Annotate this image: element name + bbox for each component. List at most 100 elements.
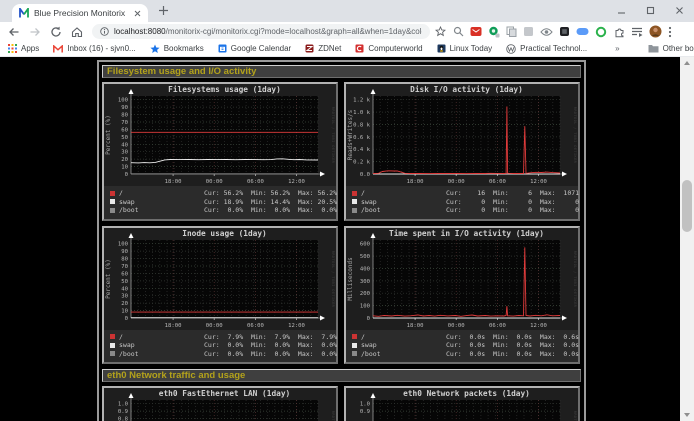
svg-text:20: 20: [121, 157, 128, 163]
graph-filesystems-usage[interactable]: 010203040506070809010018:0000:0006:0012:…: [104, 84, 336, 186]
legend-row: /bootCur: 0.0% Min: 0.0% Max: 0.0%: [110, 350, 336, 359]
bookmark-computerworld[interactable]: Computerworld: [355, 44, 422, 53]
legend-swatch: [110, 191, 115, 196]
forward-icon[interactable]: [29, 26, 41, 38]
back-icon[interactable]: [8, 26, 20, 38]
linux-today-icon: [437, 44, 446, 53]
graph-panel-filesystems-usage: 010203040506070809010018:0000:0006:0012:…: [102, 82, 338, 221]
legend-row: swapCur: 0.0s Min: 0.0s Max: 0.0s: [352, 341, 578, 350]
other-bookmarks-folder[interactable]: Other bookmarks: [648, 44, 694, 53]
graph-panel-eth0-packets: 1.00.918:0000:0006:0012:00eth0 Network p…: [344, 386, 580, 421]
scrollbar-up-arrow[interactable]: [680, 57, 694, 69]
gmail-icon: [53, 45, 63, 53]
graph-disk-io-activity[interactable]: 0.00.2 k0.4 k0.6 k0.8 k1.0 k1.2 k18:0000…: [346, 84, 578, 186]
legend-values: Cur: 16 Min: 6 Max: 1071: [446, 189, 579, 197]
svg-text:70: 70: [121, 264, 128, 270]
svg-text:18:00: 18:00: [165, 179, 182, 185]
svg-text:RRDTOOL / TOBI OETIKER: RRDTOOL / TOBI OETIKER: [573, 411, 577, 421]
bookmark-practical-technology[interactable]: Practical Technol...: [506, 44, 587, 54]
extensions-puzzle-icon[interactable]: [613, 26, 625, 38]
dark-square-extension-icon[interactable]: [559, 26, 570, 37]
legend-row: /Cur: 56.2% Min: 56.2% Max: 56.2%: [110, 189, 336, 198]
legend-series-name: swap: [119, 341, 135, 349]
scrollbar-thumb[interactable]: [682, 180, 692, 232]
legend-values: Cur: 18.9% Min: 14.4% Max: 20.5%: [204, 198, 337, 206]
svg-text:1.0: 1.0: [360, 402, 370, 408]
window-maximize-button[interactable]: [646, 6, 655, 15]
svg-text:400: 400: [360, 266, 370, 272]
bookmark-bookmarks[interactable]: Bookmarks: [150, 44, 204, 54]
tab-title: Blue Precision Monitorix: [34, 8, 129, 18]
legend-row: /Cur: 0.0s Min: 0.0s Max: 0.6s: [352, 333, 578, 342]
page-info-icon[interactable]: [100, 27, 109, 36]
profile-avatar[interactable]: [649, 25, 662, 38]
vertical-scrollbar[interactable]: [680, 57, 694, 421]
svg-text:00:00: 00:00: [206, 323, 223, 329]
svg-text:200: 200: [360, 291, 370, 297]
eye-extension-icon[interactable]: [540, 27, 553, 37]
svg-text:10: 10: [121, 308, 128, 314]
svg-text:100: 100: [118, 241, 128, 247]
window-minimize-button[interactable]: [617, 6, 626, 15]
svg-text:RRDTOOL / TOBI OETIKER: RRDTOOL / TOBI OETIKER: [573, 107, 577, 164]
window-close-button[interactable]: [675, 6, 684, 15]
new-tab-button[interactable]: [158, 5, 169, 16]
svg-text:1.0: 1.0: [118, 402, 128, 408]
home-icon[interactable]: [71, 26, 83, 38]
bookmarks-overflow-chevron[interactable]: »: [615, 44, 619, 53]
legend-row: /Cur: 7.9% Min: 7.9% Max: 7.9%: [110, 333, 336, 342]
svg-text:06:00: 06:00: [247, 179, 264, 185]
svg-text:80: 80: [121, 113, 128, 119]
blue-pill-extension-icon[interactable]: [576, 27, 589, 36]
legend-values: Cur: 0.0s Min: 0.0s Max: 0.0s: [446, 350, 579, 358]
svg-text:12:00: 12:00: [530, 179, 547, 185]
graph-eth0-fastethernet-lan[interactable]: 1.00.90.818:0000:0006:0012:00eth0 FastEt…: [104, 388, 336, 421]
bookmarks-bar: Apps Inbox (16) - sjvn0... Bookmarks Goo…: [0, 41, 694, 57]
legend-series-name: /boot: [361, 350, 381, 358]
mail-extension-icon[interactable]: [470, 26, 482, 37]
search-extension-icon[interactable]: [453, 26, 464, 37]
svg-text:eth0 Network packets (1day): eth0 Network packets (1day): [403, 389, 530, 398]
tab-blue-precision-monitorix[interactable]: Blue Precision Monitorix: [12, 4, 148, 22]
charts-row-2: 010203040506070809010018:0000:0006:0012:…: [102, 226, 581, 365]
wordpress-icon: [506, 44, 516, 54]
graph-time-spent-io[interactable]: 010020030040050060018:0000:0006:0012:00T…: [346, 228, 578, 330]
svg-text:80: 80: [121, 256, 128, 262]
green-ring-extension-icon[interactable]: [595, 26, 607, 38]
legend-swatch: [110, 199, 115, 204]
svg-text:06:00: 06:00: [489, 323, 506, 329]
graph-inode-usage[interactable]: 010203040506070809010018:0000:0006:0012:…: [104, 228, 336, 330]
legend-values: Cur: 0.0s Min: 0.0s Max: 0.6s: [446, 333, 579, 341]
scrollbar-down-arrow[interactable]: [680, 409, 694, 421]
graph-panel-eth0-lan: 1.00.90.818:0000:0006:0012:00eth0 FastEt…: [102, 386, 338, 421]
copy-pages-extension-icon[interactable]: [506, 26, 517, 37]
bookmark-zdnet[interactable]: ZDNet: [305, 44, 341, 53]
gray-box-extension-icon[interactable]: [523, 26, 534, 37]
bookmark-star-icon[interactable]: [435, 26, 446, 37]
kebab-menu-icon[interactable]: [668, 26, 672, 38]
url-text[interactable]: localhost:8080/monitorix-cgi/monitorix.c…: [114, 27, 422, 36]
media-queue-icon[interactable]: [631, 27, 643, 37]
bookmark-linux-today[interactable]: Linux Today: [437, 44, 493, 53]
legend-values: Cur: 0 Min: 0 Max: 0: [446, 206, 579, 214]
legend-values: Cur: 56.2% Min: 56.2% Max: 56.2%: [204, 189, 337, 197]
svg-text:1.2 k: 1.2 k: [353, 98, 370, 104]
bookmark-gmail-inbox[interactable]: Inbox (16) - sjvn0...: [53, 44, 135, 53]
green-orb-extension-icon[interactable]: [488, 26, 500, 38]
tab-close-icon[interactable]: [134, 10, 141, 17]
svg-text:Time spent in I/O activity (1: Time spent in I/O activity (1day): [389, 229, 544, 238]
bookmark-apps[interactable]: Apps: [8, 44, 39, 53]
legend-series-name: /boot: [119, 350, 139, 358]
svg-text:0.0: 0.0: [360, 172, 370, 178]
svg-text:1.0 k: 1.0 k: [353, 110, 370, 116]
svg-text:Reads+Writes/s: Reads+Writes/s: [347, 109, 354, 160]
address-bar[interactable]: localhost:8080/monitorix-cgi/monitorix.c…: [92, 24, 430, 39]
bookmark-google-calendar[interactable]: Google Calendar: [218, 44, 291, 53]
url-host: localhost:8080: [114, 27, 166, 36]
svg-text:12:00: 12:00: [530, 323, 547, 329]
section-header-eth0: eth0 Network traffic and usage: [102, 369, 581, 382]
svg-text:30: 30: [121, 150, 128, 156]
svg-text:0.8 k: 0.8 k: [353, 122, 370, 128]
reload-icon[interactable]: [50, 26, 62, 38]
graph-eth0-network-packets[interactable]: 1.00.918:0000:0006:0012:00eth0 Network p…: [346, 388, 578, 421]
